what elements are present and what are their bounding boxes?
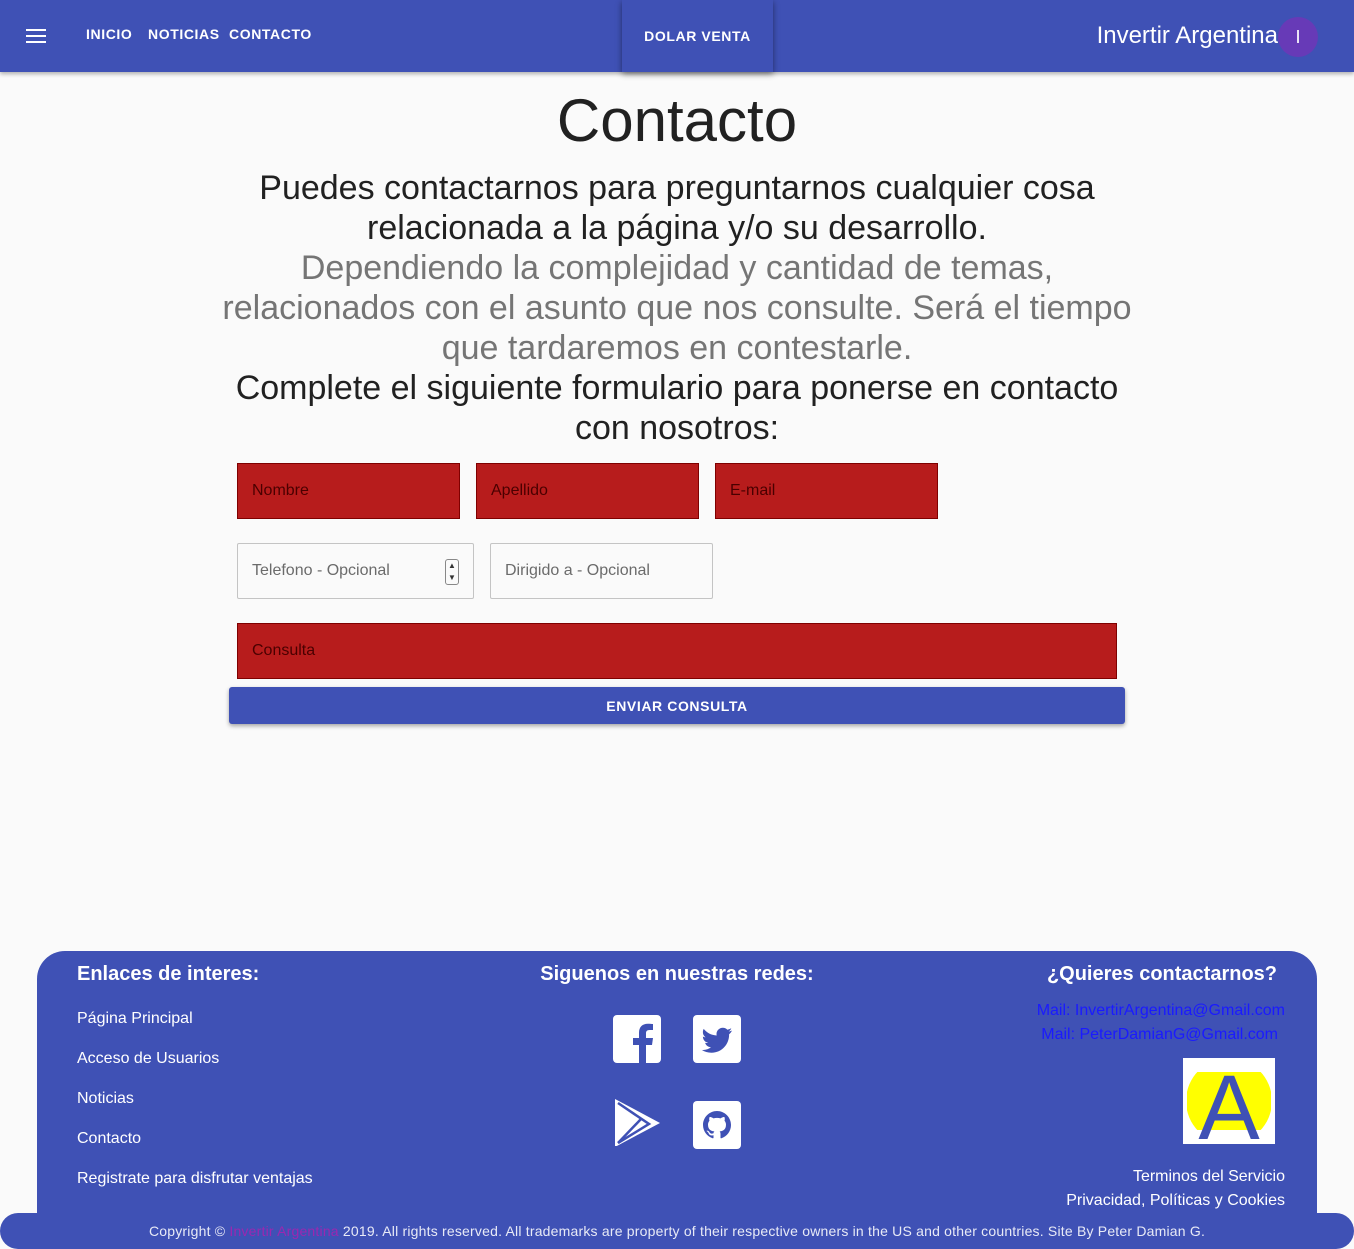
mail-link-invertir[interactable]: Mail: InvertirArgentina@Gmail.com (1037, 1002, 1285, 1020)
copyright-prefix: Copyright © (148, 1223, 226, 1239)
dirigido-field[interactable]: Dirigido a - Opcional (490, 543, 713, 599)
mail-link-peter[interactable]: Mail: PeterDamianG@Gmail.com (1041, 1026, 1278, 1044)
copyright-bar: Copyright © Invertir Argentina 2019. All… (0, 1213, 1354, 1249)
footer: Enlaces de interes: Página Principal Acc… (37, 951, 1317, 1249)
terms-link[interactable]: Terminos del Servicio (1133, 1168, 1285, 1186)
intro-line-2: Dependiendo la complejidad y cantidad de… (222, 249, 1132, 367)
copyright-brand-link[interactable]: Invertir Argentina (229, 1223, 338, 1239)
github-icon[interactable] (693, 1101, 741, 1149)
telefono-placeholder: Telefono - Opcional (252, 562, 390, 579)
nav-noticias[interactable]: NOTICIAS (148, 26, 220, 42)
nombre-placeholder: Nombre (252, 482, 309, 499)
footer-link-pagina-principal[interactable]: Página Principal (77, 1010, 193, 1028)
enviar-consulta-button[interactable]: ENVIAR CONSULTA (229, 687, 1125, 724)
number-stepper[interactable]: ▲ ▼ (445, 559, 459, 585)
brand-title[interactable]: Invertir Argentina (1097, 22, 1278, 50)
copyright-text: 2019. All rights reserved. All trademark… (342, 1223, 1206, 1239)
top-app-bar: INICIO NOTICIAS CONTACTO DOLAR VENTA Inv… (0, 0, 1354, 72)
apellido-placeholder: Apellido (491, 482, 548, 499)
nav-contacto[interactable]: CONTACTO (229, 26, 312, 42)
logo-letter: A (1198, 1058, 1260, 1144)
dirigido-placeholder: Dirigido a - Opcional (505, 562, 650, 579)
intro-text: Puedes contactarnos para preguntarnos cu… (220, 168, 1134, 448)
email-placeholder: E-mail (730, 482, 776, 499)
intro-line-3: Complete el siguiente formulario para po… (235, 369, 1119, 447)
telefono-field[interactable]: Telefono - Opcional ▲ ▼ (237, 543, 474, 599)
invertir-argentina-logo: A (1183, 1058, 1275, 1144)
menu-icon[interactable] (20, 20, 52, 52)
intro-line-1: Puedes contactarnos para preguntarnos cu… (259, 169, 1095, 247)
footer-link-registrate[interactable]: Registrate para disfrutar ventajas (77, 1170, 313, 1188)
page-title: Contacto (556, 87, 798, 154)
email-field[interactable]: E-mail (715, 463, 938, 519)
consulta-placeholder: Consulta (252, 642, 316, 659)
footer-link-contacto[interactable]: Contacto (77, 1130, 141, 1148)
facebook-icon[interactable] (613, 1015, 661, 1063)
footer-link-acceso-usuarios[interactable]: Acceso de Usuarios (77, 1050, 219, 1068)
privacy-link[interactable]: Privacidad, Políticas y Cookies (1066, 1192, 1285, 1210)
dolar-venta-button[interactable]: DOLAR VENTA (622, 0, 773, 72)
contact-heading: ¿Quieres contactarnos? (1046, 963, 1277, 985)
google-play-icon[interactable] (613, 1098, 661, 1146)
nombre-field[interactable]: Nombre (237, 463, 460, 519)
apellido-field[interactable]: Apellido (476, 463, 699, 519)
twitter-icon[interactable] (693, 1015, 741, 1063)
nav-inicio[interactable]: INICIO (86, 26, 132, 42)
avatar[interactable]: I (1278, 17, 1318, 57)
footer-link-noticias[interactable]: Noticias (77, 1090, 134, 1108)
consulta-field[interactable]: Consulta (237, 623, 1117, 679)
